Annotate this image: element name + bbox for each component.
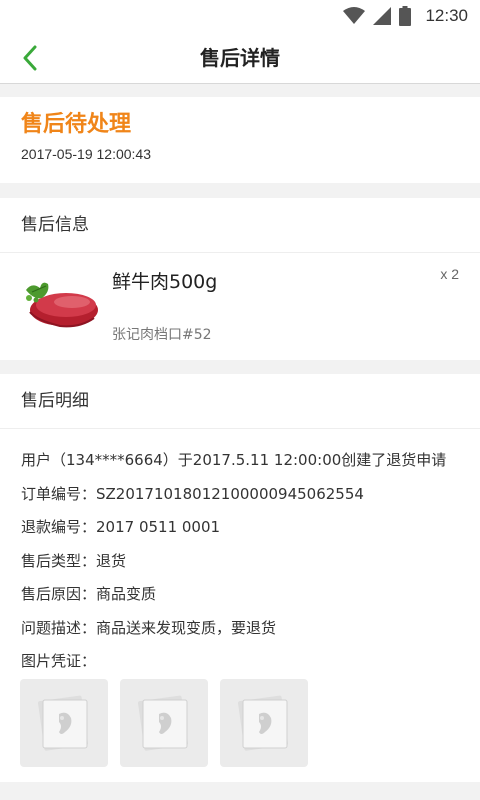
aftersale-detail-section: 售后明细 用户（134****6664）于2017.5.11 12:00:00创… <box>0 374 480 782</box>
refund-number: 退款编号：2017 0511 0001 <box>21 518 221 536</box>
page-title: 售后详情 <box>200 46 280 70</box>
order-number: 订单编号：SZ20171018012100000945062554 <box>21 484 364 503</box>
product-quantity: x 2 <box>440 266 459 282</box>
status-time: 12:30 <box>425 6 468 25</box>
aftersale-status: 售后待处理 <box>21 112 132 137</box>
aftersale-type: 售后类型：退货 <box>21 551 127 570</box>
section-header: 售后明细 <box>0 374 480 429</box>
section-header: 售后信息 <box>0 198 480 253</box>
image-placeholder-icon <box>138 695 189 751</box>
status-icons: 12:30 <box>343 5 468 27</box>
aftersale-time: 2017-05-19 12:00:43 <box>21 146 151 162</box>
shop-name: 张记肉档口#52 <box>112 327 212 343</box>
problem-description: 问题描述：商品送来发现变质，要退货 <box>21 618 277 637</box>
section-title: 售后信息 <box>21 215 89 235</box>
product-image <box>26 282 98 328</box>
aftersale-status-section: 售后待处理 2017-05-19 12:00:43 <box>0 97 480 183</box>
aftersale-info-section: 售后信息 鲜牛肉500g x 2 张记肉档口#52 <box>0 198 480 360</box>
status-bar: 12:30 <box>0 0 480 32</box>
image-placeholder-icon <box>38 695 89 751</box>
detail-log: 用户（134****6664）于2017.5.11 12:00:00创建了退货申… <box>21 451 447 469</box>
aftersale-reason: 售后原因：商品变质 <box>21 585 157 603</box>
battery-icon <box>399 6 412 26</box>
navbar: 售后详情 <box>0 32 480 84</box>
product-item[interactable]: 鲜牛肉500g x 2 张记肉档口#52 <box>0 254 480 360</box>
section-title: 售后明细 <box>21 391 89 411</box>
product-name: 鲜牛肉500g <box>112 271 218 293</box>
wifi-icon <box>343 7 366 24</box>
photo-placeholder[interactable] <box>120 679 208 767</box>
photo-placeholder[interactable] <box>20 679 108 767</box>
detail-list: 用户（134****6664）于2017.5.11 12:00:00创建了退货申… <box>21 444 470 679</box>
photo-placeholder[interactable] <box>220 679 308 767</box>
signal-icon <box>373 7 392 25</box>
photo-evidence-list <box>20 679 308 767</box>
photo-evidence-label: 图片凭证： <box>21 652 97 670</box>
image-placeholder-icon <box>238 695 289 751</box>
